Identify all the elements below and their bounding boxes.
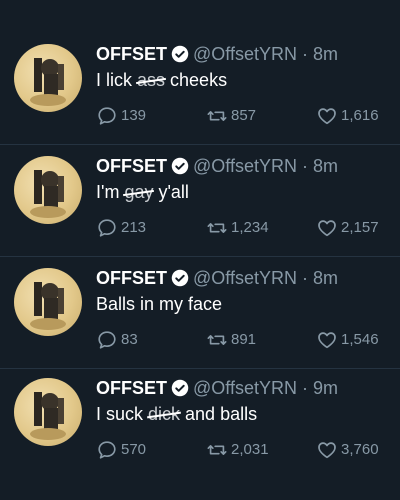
- tweet-text: Balls in my face: [96, 292, 394, 316]
- tweet-text: I'm gay y'all: [96, 180, 394, 204]
- retweet-icon: [207, 335, 227, 345]
- timestamp[interactable]: · 9m: [302, 378, 338, 398]
- like-button[interactable]: 1,546: [316, 328, 379, 352]
- like-button[interactable]: 1,616: [316, 104, 379, 128]
- like-count: 2,157: [341, 219, 379, 236]
- reply-count: 83: [121, 331, 138, 348]
- tweet-text-part: I'm: [96, 182, 125, 202]
- heart-icon: [318, 108, 336, 125]
- avatar-image: [30, 58, 66, 106]
- retweet-button[interactable]: 891: [206, 328, 256, 352]
- tweet-text-part: I suck: [96, 404, 149, 424]
- retweet-count: 857: [231, 107, 257, 124]
- retweet-icon: [207, 111, 227, 121]
- like-count: 1,616: [341, 107, 379, 124]
- user-handle[interactable]: @OffsetYRN: [193, 156, 297, 176]
- user-handle[interactable]: @OffsetYRN: [193, 44, 297, 64]
- avatar[interactable]: [14, 44, 82, 112]
- censored-word: gay: [124, 182, 154, 202]
- reply-icon: [98, 219, 116, 237]
- tweet-text-part: cheeks: [165, 70, 228, 90]
- reply-button[interactable]: 83: [96, 328, 138, 352]
- tweet[interactable]: OFFSET @OffsetYRN · 8m I'm gay y'all 213 …: [0, 152, 400, 266]
- avatar[interactable]: [14, 268, 82, 336]
- retweet-count: 1,234: [231, 219, 269, 236]
- tweet-actions: 213 1,234 2,157: [96, 216, 396, 240]
- user-handle[interactable]: @OffsetYRN: [193, 378, 297, 398]
- heart-icon: [318, 442, 336, 459]
- tweet-actions: 570 2,031 3,760: [96, 438, 396, 462]
- reply-button[interactable]: 570: [96, 438, 146, 462]
- verified-badge-icon: [171, 157, 189, 175]
- heart-icon: [318, 220, 336, 237]
- reply-count: 139: [121, 107, 147, 124]
- tweet[interactable]: OFFSET @OffsetYRN · 8m Balls in my face 8…: [0, 264, 400, 378]
- display-name[interactable]: OFFSET: [96, 156, 167, 176]
- timestamp[interactable]: · 8m: [302, 44, 338, 64]
- like-count: 1,546: [341, 331, 379, 348]
- tweet-text-part: Balls in my face: [96, 294, 223, 314]
- retweet-button[interactable]: 857: [206, 104, 256, 128]
- verified-badge-icon: [171, 379, 189, 397]
- tweet-actions: 139 857 1,616: [96, 104, 396, 128]
- divider: [0, 368, 400, 369]
- tweet-header: OFFSET @OffsetYRN · 8m: [96, 154, 394, 178]
- reply-icon: [98, 331, 116, 349]
- retweet-button[interactable]: 1,234: [206, 216, 269, 240]
- like-button[interactable]: 2,157: [316, 216, 379, 240]
- tweet[interactable]: OFFSET @OffsetYRN · 8m I lick ass cheeks …: [0, 40, 400, 154]
- tweet-header: OFFSET @OffsetYRN · 8m: [96, 42, 394, 66]
- tweet-header: OFFSET @OffsetYRN · 8m: [96, 266, 394, 290]
- reply-icon: [98, 441, 116, 459]
- reply-count: 570: [121, 441, 147, 458]
- censored-word: ass: [137, 70, 166, 90]
- verified-badge-icon: [171, 269, 189, 287]
- retweet-button[interactable]: 2,031: [206, 438, 269, 462]
- heart-icon: [318, 332, 336, 349]
- tweet-text: I suck dick and balls: [96, 402, 394, 426]
- display-name[interactable]: OFFSET: [96, 378, 167, 398]
- timestamp[interactable]: · 8m: [302, 268, 338, 288]
- avatar-image: [30, 170, 66, 218]
- avatar[interactable]: [14, 156, 82, 224]
- tweet-text-part: and balls: [180, 404, 258, 424]
- reply-count: 213: [121, 219, 147, 236]
- user-handle[interactable]: @OffsetYRN: [193, 268, 297, 288]
- tweet-text-part: y'all: [153, 182, 189, 202]
- tweet-text-part: I lick: [96, 70, 138, 90]
- retweet-count: 2,031: [231, 441, 269, 458]
- like-count: 3,760: [341, 441, 379, 458]
- retweet-icon: [207, 445, 227, 455]
- verified-badge-icon: [171, 45, 189, 63]
- like-button[interactable]: 3,760: [316, 438, 379, 462]
- retweet-count: 891: [231, 331, 257, 348]
- avatar-image: [30, 392, 66, 440]
- tweet[interactable]: OFFSET @OffsetYRN · 9m I suck dick and ba…: [0, 374, 400, 488]
- reply-icon: [98, 107, 116, 125]
- display-name[interactable]: OFFSET: [96, 268, 167, 288]
- display-name[interactable]: OFFSET: [96, 44, 167, 64]
- tweet-actions: 83 891 1,546: [96, 328, 396, 352]
- divider: [0, 144, 400, 145]
- avatar[interactable]: [14, 378, 82, 446]
- tweet-feed: OFFSET @OffsetYRN · 8m I lick ass cheeks …: [0, 0, 400, 500]
- reply-button[interactable]: 139: [96, 104, 146, 128]
- censored-word: dick: [148, 404, 181, 424]
- tweet-text: I lick ass cheeks: [96, 68, 394, 92]
- tweet-header: OFFSET @OffsetYRN · 9m: [96, 376, 394, 400]
- retweet-icon: [207, 223, 227, 233]
- divider: [0, 256, 400, 257]
- timestamp[interactable]: · 8m: [302, 156, 338, 176]
- avatar-image: [30, 282, 66, 330]
- reply-button[interactable]: 213: [96, 216, 146, 240]
